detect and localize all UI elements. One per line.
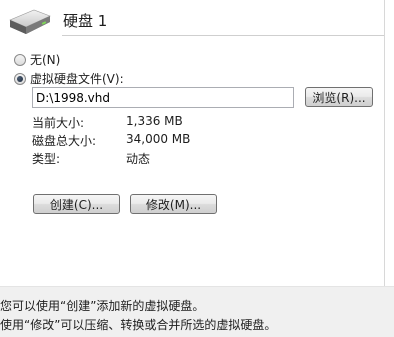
help-text-line-2: 使用“修改”可以压缩、转换或合并所选的虚拟硬盘。 — [0, 318, 277, 332]
disk-type-value: 动态 — [126, 152, 151, 166]
help-text-line-1: 您可以使用“创建”添加新的虚拟硬盘。 — [0, 299, 205, 313]
header-divider — [62, 35, 384, 36]
create-button[interactable]: 创建(C)... — [33, 194, 120, 214]
page-title: 硬盘 1 — [63, 12, 108, 30]
browse-button[interactable]: 浏览(R)... — [305, 87, 373, 107]
current-size-label: 当前大小: — [32, 116, 85, 130]
radio-none-label: 无(N) — [30, 53, 61, 67]
radio-virtual-disk-file-button[interactable] — [14, 72, 26, 85]
virtual-disk-path-input[interactable] — [32, 87, 294, 108]
current-size-value: 1,336 MB — [126, 114, 183, 128]
total-size-value: 34,000 MB — [126, 132, 191, 146]
disk-type-label: 类型: — [32, 152, 61, 166]
radio-none[interactable]: 无(N) — [14, 51, 60, 68]
panel-divider — [384, 0, 385, 286]
radio-none-button[interactable] — [14, 53, 26, 66]
total-size-label: 磁盘总大小: — [32, 134, 97, 148]
hard-disk-icon — [6, 8, 54, 40]
edit-button[interactable]: 修改(M)... — [130, 194, 217, 214]
radio-virtual-disk-file[interactable]: 虚拟硬盘文件(V): — [14, 70, 124, 87]
help-text-area: 您可以使用“创建”添加新的虚拟硬盘。 使用“修改”可以压缩、转换或合并所选的虚拟… — [0, 286, 394, 337]
radio-virtual-disk-file-label: 虚拟硬盘文件(V): — [30, 72, 124, 86]
hard-disk-settings-panel: 硬盘 1 无(N) 虚拟硬盘文件(V): 浏览(R)... 当前大小: 1,33… — [0, 0, 384, 286]
